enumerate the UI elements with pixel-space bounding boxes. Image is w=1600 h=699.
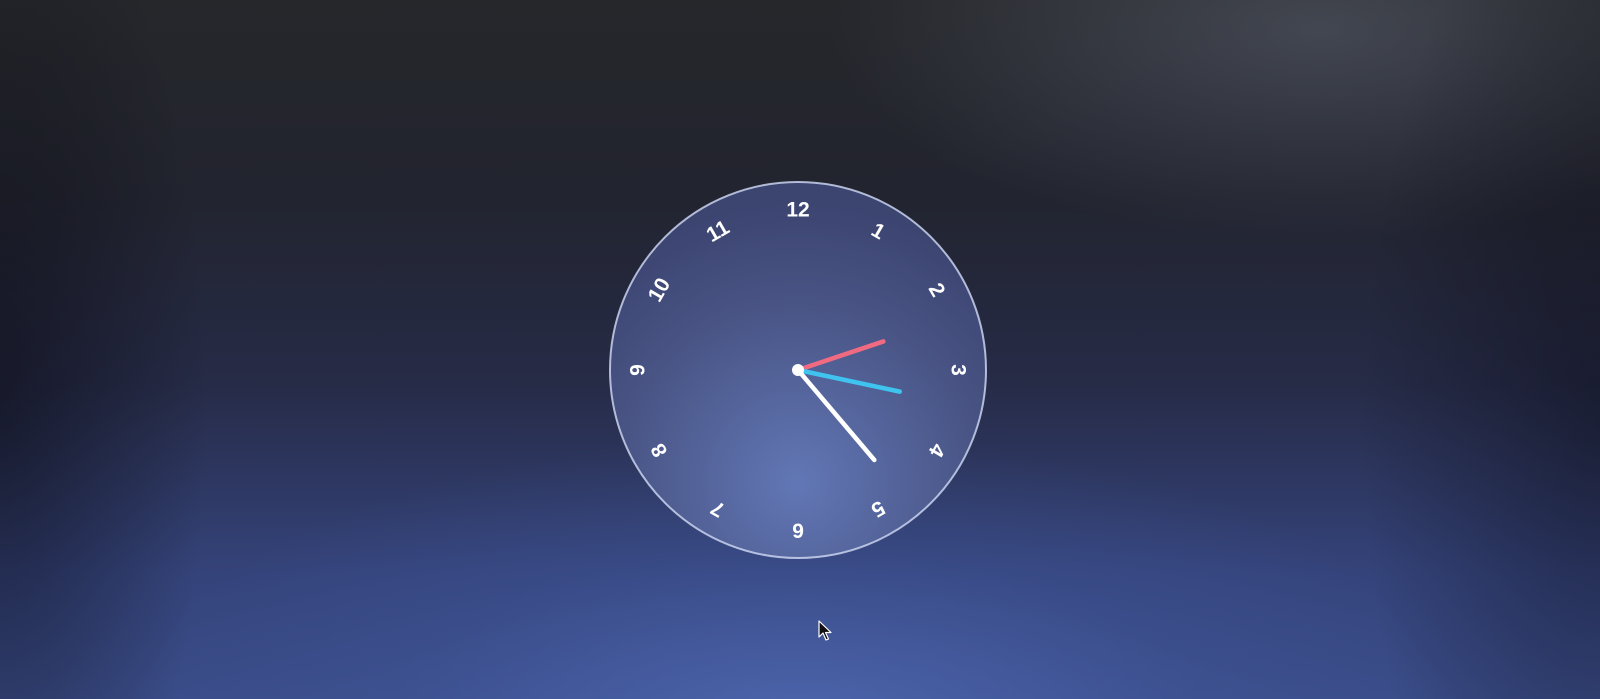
clock-numeral-9: 9 [627,364,650,376]
clock-numeral-6: 6 [792,519,804,542]
clock-center-pin [792,364,804,376]
arrow-pointer-icon [818,620,832,641]
clock-face: 121234567891011 [609,181,987,559]
clock-numeral-12: 12 [786,199,809,222]
clock-numeral-3: 3 [947,364,970,376]
analog-clock-widget[interactable]: 12 1 2 3 4 5 6 7 8 9 10 11 [608,180,988,560]
